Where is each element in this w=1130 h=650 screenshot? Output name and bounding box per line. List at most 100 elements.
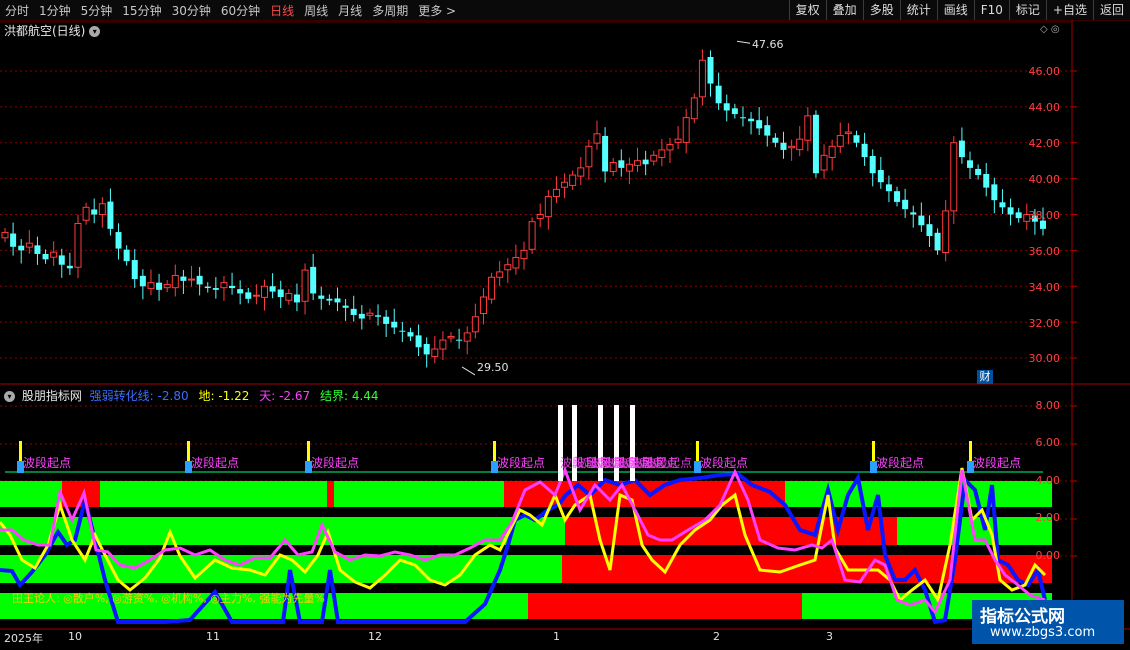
candle-body [715, 85, 722, 104]
marker-stick [307, 441, 310, 461]
marker-stick [969, 441, 972, 461]
candle-body [269, 286, 276, 292]
tab-monthly[interactable]: 月线 [333, 2, 367, 19]
candle [91, 198, 98, 224]
signal-band [565, 517, 578, 545]
finance-badge[interactable]: 财 [977, 370, 993, 384]
candle-body [66, 265, 73, 269]
candle-body [967, 160, 974, 168]
candle [42, 249, 49, 264]
chart-canvas[interactable] [0, 20, 1130, 650]
candle-body [456, 339, 463, 341]
restore-rights-button[interactable]: 复权 [788, 0, 826, 20]
candle-body [334, 298, 341, 303]
candle [447, 331, 455, 343]
candle-body [163, 283, 171, 289]
candle [188, 265, 196, 287]
candle [504, 258, 512, 283]
price-tick: 46.00 [1028, 65, 1061, 78]
price-tick: 34.00 [1028, 281, 1061, 294]
back-button[interactable]: 返回 [1092, 0, 1130, 20]
candle-body [536, 214, 544, 219]
chevron-down-icon[interactable]: ▾ [4, 391, 15, 402]
candle [707, 50, 714, 97]
add-watchlist-button[interactable]: +自选 [1045, 0, 1093, 20]
price-tick: 36.00 [1028, 245, 1061, 258]
candle-body [147, 282, 155, 289]
candle-body [690, 97, 698, 120]
mark-button[interactable]: 标记 [1008, 0, 1046, 20]
tab-1min[interactable]: 1分钟 [34, 2, 76, 19]
draw-line-button[interactable]: 画线 [936, 0, 974, 20]
candle-body [196, 275, 203, 285]
candle [415, 324, 422, 357]
candle-body [115, 232, 122, 249]
price-tick: 30.00 [1028, 352, 1061, 365]
overlay-button[interactable]: 叠加 [825, 0, 863, 20]
tab-multi-period[interactable]: 多周期 [367, 2, 413, 19]
candle-body [804, 115, 812, 141]
candle [18, 239, 25, 264]
main-chart-title[interactable]: 洪都航空(日线) ▾ [4, 22, 103, 39]
candle [98, 197, 106, 228]
candle-body [707, 57, 714, 84]
candle [277, 280, 284, 308]
multi-stock-button[interactable]: 多股 [862, 0, 900, 20]
band-start-label: 波段起点 [876, 456, 925, 470]
candle [975, 164, 982, 180]
candle-body [439, 339, 447, 350]
indicator-name[interactable]: 股朋指标网 [22, 389, 82, 403]
candle [34, 236, 41, 265]
candle-body [552, 188, 560, 198]
candle-body [609, 161, 617, 172]
candle-body [820, 154, 828, 171]
candle [536, 203, 544, 228]
candle-body [375, 315, 382, 317]
tab-more[interactable]: 更多 > [413, 2, 461, 19]
candle-body [252, 294, 260, 297]
tab-5min[interactable]: 5分钟 [76, 2, 118, 19]
signal-band [578, 517, 897, 545]
candle-body [107, 201, 114, 229]
date-tick: 2 [713, 630, 720, 643]
candle [463, 326, 471, 355]
settings-icon[interactable]: ◎ [1051, 24, 1060, 35]
statistics-button[interactable]: 统计 [899, 0, 937, 20]
candle [196, 267, 203, 296]
candle [131, 249, 138, 288]
chevron-down-icon[interactable]: ▾ [89, 26, 101, 37]
tab-weekly[interactable]: 周线 [299, 2, 333, 19]
candle [577, 156, 585, 185]
candle [723, 94, 730, 122]
f10-button[interactable]: F10 [973, 0, 1009, 20]
candle [756, 107, 763, 136]
tab-timeshare[interactable]: 分时 [0, 2, 34, 19]
candle-body [869, 156, 876, 174]
candle [334, 287, 341, 312]
candle [609, 157, 617, 176]
marker-stick [187, 441, 190, 461]
candle [780, 131, 787, 159]
low-pointer [461, 366, 476, 376]
tab-15min[interactable]: 15分钟 [117, 2, 166, 19]
tab-daily[interactable]: 日线 [265, 2, 299, 19]
candle-body [764, 125, 771, 136]
tab-30min[interactable]: 30分钟 [167, 2, 216, 19]
indicator-tick: 0.00 [1035, 549, 1061, 562]
candle-body [504, 264, 512, 271]
candle [682, 108, 690, 154]
tab-60min[interactable]: 60分钟 [216, 2, 265, 19]
candle [999, 189, 1006, 214]
candle-body [593, 133, 601, 144]
candle-body [447, 335, 455, 339]
candle [479, 288, 487, 325]
band-start-label: 波段起点 [497, 456, 546, 470]
candle-body [934, 232, 941, 251]
indicator-line3-label: 天: [259, 389, 276, 403]
candle [666, 137, 674, 164]
candle [163, 279, 171, 293]
diamond-icon[interactable]: ◇ [1040, 24, 1048, 35]
indicator-line1-label: 强弱转化线: [89, 389, 154, 403]
candle-body [625, 163, 633, 172]
candle-body [383, 316, 390, 324]
